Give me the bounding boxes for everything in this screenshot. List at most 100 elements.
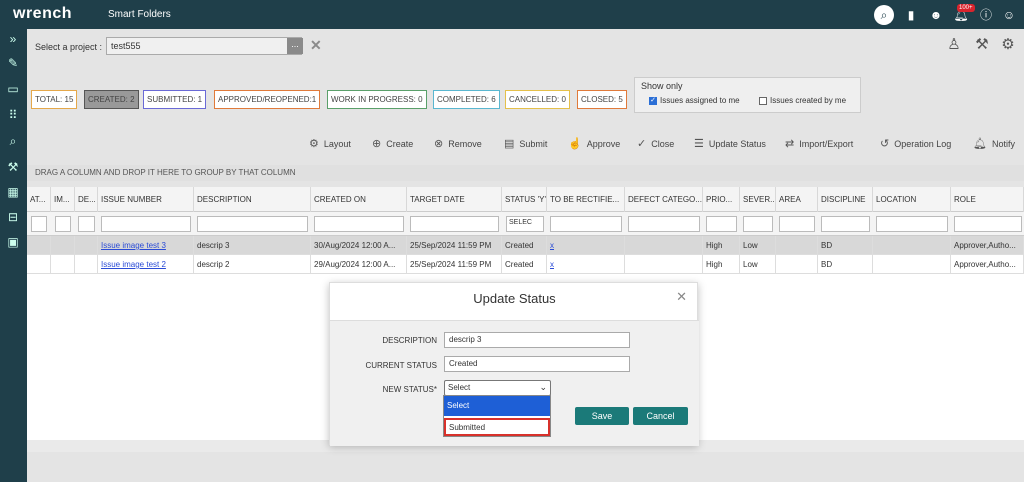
col-to-be-rectified[interactable]: TO BE RECTIFIE... [547,187,625,212]
filter-input[interactable] [954,216,1022,232]
col-issue-number[interactable]: ISSUE NUMBER [98,187,194,212]
dialog-title: Update Status [473,291,556,306]
col-priority[interactable]: PRIO... [703,187,740,212]
close-icon[interactable]: ✕ [676,289,687,305]
stat-total[interactable]: TOTAL: 15 [31,90,78,109]
new-status-select[interactable]: Select ⌄ [444,380,551,396]
col-role[interactable]: ROLE [951,187,1024,212]
notify-button[interactable]: 🔔︎ Notify [973,137,1015,150]
filter-input[interactable] [779,216,815,232]
check-icon: ✓ [637,138,647,150]
create-button[interactable]: ⊕ Create [372,137,413,150]
search-icon[interactable]: ⌕ [874,5,894,25]
wrench-icon[interactable]: ⚒ [972,35,992,55]
pencil-icon[interactable]: ✎ [3,53,23,73]
filter-input[interactable] [706,216,737,232]
filter-input[interactable] [78,216,95,232]
current-status-field[interactable]: Created [444,356,630,372]
stat-completed[interactable]: COMPLETED: 6 [433,90,500,109]
stat-wip[interactable]: WORK IN PROGRESS: 0 [327,90,427,109]
report-icon[interactable]: ▣ [3,232,23,252]
col-created-on[interactable]: CREATED ON [311,187,407,212]
col-de[interactable]: DE... [75,187,98,212]
col-im[interactable]: IM... [51,187,75,212]
clear-icon[interactable]: ✕ [310,37,322,54]
save-button[interactable]: Save [575,407,629,425]
table-row[interactable]: Issue image test 3 descrip 3 30/Aug/2024… [27,236,1024,255]
project-browse-button[interactable]: ... [287,38,303,54]
person-settings-icon[interactable]: ♙ [944,35,964,55]
wrench-icon[interactable]: ⚒ [3,157,23,177]
filter-status-select[interactable]: SELEC [506,216,544,232]
filter-input[interactable] [628,216,700,232]
stat-created[interactable]: CREATED: 2 [84,90,139,109]
created-checkbox[interactable]: Issues created by me [759,96,846,105]
filter-date-input[interactable] [314,216,404,232]
operation-log-button[interactable]: ↺ Operation Log [880,137,951,150]
update-status-button[interactable]: ☰ Update Status [694,137,766,150]
cell-description: descrip 2 [194,255,311,274]
folder-icon[interactable]: ▭ [3,79,23,99]
cancel-button[interactable]: Cancel [633,407,688,425]
stat-closed[interactable]: CLOSED: 5 [577,90,627,109]
filter-input[interactable] [197,216,308,232]
cell-target-date: 25/Sep/2024 11:59 PM [407,255,502,274]
submit-button[interactable]: ▤ Submit [504,137,547,150]
col-defect-category[interactable]: DEFECT CATEGO... [625,187,703,212]
description-field[interactable]: descrip 3 [444,332,630,348]
gear-icon[interactable]: ⚙ [998,35,1018,55]
layout-button[interactable]: ⚙ Layout [309,137,351,150]
chart-icon[interactable]: ▦ [3,182,23,202]
close-button[interactable]: ✓ Close [637,137,674,150]
filter-input[interactable] [743,216,773,232]
check-icon[interactable]: ✓ [649,96,657,105]
cell-priority: High [703,255,740,274]
col-discipline[interactable]: DISCIPLINE [818,187,873,212]
col-target-date[interactable]: TARGET DATE [407,187,502,212]
group-by-bar[interactable]: DRAG A COLUMN AND DROP IT HERE TO GROUP … [27,165,1024,181]
table-row[interactable]: Issue image test 2 descrip 2 29/Aug/2024… [27,255,1024,274]
option-select[interactable]: Select [444,396,550,416]
filter-input[interactable] [876,216,948,232]
filter-input[interactable] [550,216,622,232]
cell-discipline: BD [818,236,873,255]
bot-icon[interactable]: ☻ [926,5,946,25]
project-label: Select a project : [35,42,103,52]
approve-button[interactable]: ☝ Approve [568,137,620,150]
stat-submitted[interactable]: SUBMITTED: 1 [143,90,207,109]
col-status[interactable]: STATUS 'Y' [502,187,547,212]
search-icon[interactable]: ⌕ [3,131,23,151]
board-icon[interactable]: ⊟ [3,207,23,227]
col-location[interactable]: LOCATION [873,187,951,212]
cell-to-be-rectified[interactable]: x [547,236,625,255]
project-input[interactable]: test555 [106,37,302,55]
col-description[interactable]: DESCRIPTION [194,187,311,212]
stat-cancelled[interactable]: CANCELLED: 0 [505,90,570,109]
toolbar: ⚙ Layout ⊕ Create ⊗ Remove ▤ Submit ☝ Approve… [27,137,1024,153]
option-submitted[interactable]: Submitted [444,418,550,436]
filter-input[interactable] [821,216,870,232]
info-icon[interactable]: ⓘ [976,5,996,25]
col-at[interactable]: AT... [27,187,51,212]
filter-input[interactable] [55,216,71,232]
filter-input[interactable] [31,216,47,232]
col-area[interactable]: AREA [776,187,818,212]
col-severity[interactable]: SEVER... [740,187,776,212]
issue-link[interactable]: Issue image test 3 [98,236,194,255]
signal-icon[interactable]: ▮ [901,5,921,25]
filter-date-input[interactable] [410,216,499,232]
app-logo[interactable]: wrench [13,5,72,23]
expand-icon[interactable]: » [3,29,23,49]
stat-approved[interactable]: APPROVED/REOPENED:1 [214,90,321,109]
issue-link[interactable]: Issue image test 2 [98,255,194,274]
notification-badge: 100+ [957,4,975,12]
import-export-button[interactable]: ⇄ Import/Export [785,137,853,150]
submit-label: Submit [519,138,548,149]
assigned-checkbox[interactable]: ✓ Issues assigned to me [649,96,740,105]
grid-icon[interactable]: ⠿ [3,105,23,125]
user-icon[interactable]: ☺ [999,5,1019,25]
filter-input[interactable] [101,216,191,232]
cell-to-be-rectified[interactable]: x [547,255,625,274]
remove-button[interactable]: ⊗ Remove [434,137,482,150]
checkbox-box[interactable] [759,96,767,105]
